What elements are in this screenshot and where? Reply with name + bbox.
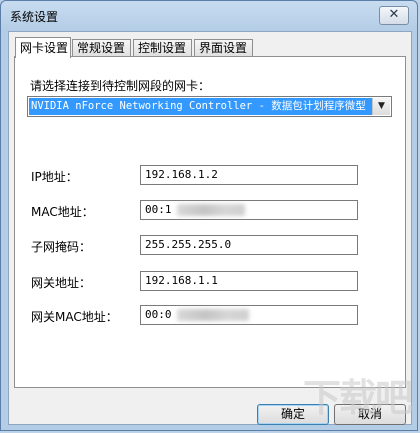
subnet-label: 子网掩码：	[31, 240, 92, 254]
gateway-mac-value: 00:0	[145, 308, 172, 321]
dialog-client-area: 网卡设置 常规设置 控制设置 界面设置 请选择连接到待控制网段的网卡： NVID…	[8, 31, 412, 425]
close-icon: ✕	[388, 7, 400, 22]
settings-dialog: 系统设置 ✕ 网卡设置 常规设置 控制设置 界面设置 请选择连接到待控制网段的网…	[0, 0, 418, 431]
mac-redacted	[177, 204, 245, 216]
ip-field[interactable]: 192.168.1.2	[140, 165, 358, 185]
mac-field[interactable]: 00:1	[140, 200, 358, 220]
tab-interface[interactable]: 界面设置	[194, 39, 253, 56]
mac-label: MAC地址：	[31, 205, 94, 219]
tab-network-card[interactable]: 网卡设置	[15, 37, 71, 58]
adapter-prompt: 请选择连接到待控制网段的网卡：	[30, 79, 211, 93]
subnet-field[interactable]: 255.255.255.0	[140, 235, 358, 255]
mac-value: 00:1	[145, 203, 172, 216]
adapter-selected-value: NVIDIA nForce Networking Controller - 数据…	[29, 98, 372, 115]
adapter-select[interactable]: NVIDIA nForce Networking Controller - 数据…	[27, 96, 392, 117]
title-bar[interactable]: 系统设置 ✕	[1, 1, 417, 31]
network-card-panel: 请选择连接到待控制网段的网卡： NVIDIA nForce Networking…	[14, 56, 406, 388]
gateway-value: 192.168.1.1	[145, 274, 218, 287]
watermark-logo: 下载吧	[302, 376, 413, 420]
chevron-down-icon[interactable]: ▼	[372, 98, 390, 115]
close-button[interactable]: ✕	[379, 6, 409, 25]
window-title: 系统设置	[10, 10, 59, 24]
tab-control[interactable]: 控制设置	[133, 39, 192, 56]
ip-label: IP地址：	[31, 170, 78, 184]
subnet-value: 255.255.255.0	[145, 238, 232, 251]
gateway-mac-field[interactable]: 00:0	[140, 305, 358, 325]
gateway-field[interactable]: 192.168.1.1	[140, 271, 358, 291]
gateway-mac-redacted	[177, 309, 249, 321]
gateway-label: 网关地址：	[31, 276, 92, 290]
tab-general[interactable]: 常规设置	[72, 39, 131, 56]
gateway-mac-label: 网关MAC地址：	[31, 310, 118, 324]
ip-value: 192.168.1.2	[145, 168, 218, 181]
